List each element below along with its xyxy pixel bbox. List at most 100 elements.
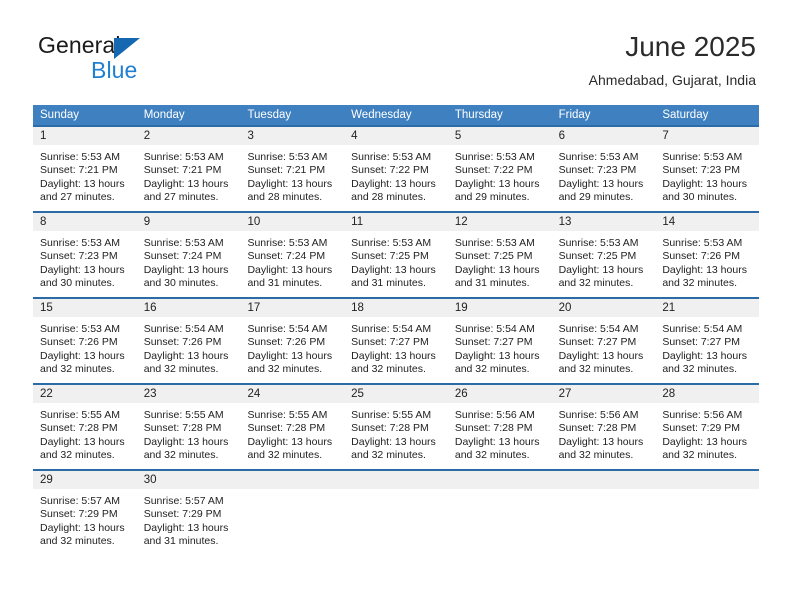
daylight-text-line2: and 32 minutes. <box>143 363 219 376</box>
sunrise-text: Sunrise: 5:53 AM <box>454 151 535 163</box>
sunrise-text: Sunrise: 5:54 AM <box>351 323 432 335</box>
day-cell[interactable]: 28 Sunrise: 5:56 AM Sunset: 7:29 PM Dayl… <box>655 383 760 469</box>
title-block: June 2025 Ahmedabad, Gujarat, India <box>589 30 756 89</box>
day-details <box>344 489 448 555</box>
day-cell[interactable]: 24 Sunrise: 5:55 AM Sunset: 7:28 PM Dayl… <box>240 383 345 469</box>
weekday-header-wednesday: Wednesday <box>351 109 412 121</box>
day-cell[interactable]: 5 Sunrise: 5:53 AM Sunset: 7:22 PM Dayli… <box>447 125 552 211</box>
day-cell[interactable]: 18 Sunrise: 5:54 AM Sunset: 7:27 PM Dayl… <box>344 297 448 383</box>
sunset-text: Sunset: 7:28 PM <box>558 422 637 435</box>
day-number: 10 <box>240 211 345 231</box>
day-cell[interactable]: 25 Sunrise: 5:55 AM Sunset: 7:28 PM Dayl… <box>344 383 448 469</box>
daylight-text-line1: Daylight: 13 hours <box>40 521 125 534</box>
daylight-text-line1: Daylight: 13 hours <box>558 349 644 362</box>
sunrise-text: Sunrise: 5:55 AM <box>40 409 120 421</box>
day-number: 5 <box>447 125 552 145</box>
day-cell[interactable]: 23 Sunrise: 5:55 AM Sunset: 7:28 PM Dayl… <box>136 383 241 469</box>
day-cell[interactable]: 16 Sunrise: 5:54 AM Sunset: 7:26 PM Dayl… <box>136 297 241 383</box>
daylight-text-line2: and 32 minutes. <box>558 277 634 290</box>
weekday-header-row: Sunday Monday Tuesday Wednesday Thursday… <box>33 105 759 125</box>
day-cell[interactable]: 9 Sunrise: 5:53 AM Sunset: 7:24 PM Dayli… <box>136 211 241 297</box>
day-cell[interactable]: 1 Sunrise: 5:53 AM Sunset: 7:21 PM Dayli… <box>33 125 137 211</box>
daylight-text-line2: and 32 minutes. <box>40 363 115 376</box>
day-cell[interactable]: 4 Sunrise: 5:53 AM Sunset: 7:22 PM Dayli… <box>344 125 448 211</box>
sunset-text: Sunset: 7:27 PM <box>662 336 740 349</box>
day-cell[interactable]: 6 Sunrise: 5:53 AM Sunset: 7:23 PM Dayli… <box>551 125 656 211</box>
day-details: Sunrise: 5:53 AM Sunset: 7:25 PM Dayligh… <box>552 231 656 297</box>
sunrise-text: Sunrise: 5:53 AM <box>143 151 224 163</box>
day-number: 11 <box>344 211 448 231</box>
sunset-text: Sunset: 7:26 PM <box>662 250 740 263</box>
day-details: Sunrise: 5:53 AM Sunset: 7:23 PM Dayligh… <box>655 145 759 211</box>
daylight-text-line1: Daylight: 13 hours <box>351 263 436 276</box>
day-cell[interactable]: 13 Sunrise: 5:53 AM Sunset: 7:25 PM Dayl… <box>551 211 656 297</box>
sunrise-text: Sunrise: 5:53 AM <box>351 151 432 163</box>
day-details: Sunrise: 5:54 AM Sunset: 7:27 PM Dayligh… <box>448 317 552 383</box>
day-cell[interactable]: 21 Sunrise: 5:54 AM Sunset: 7:27 PM Dayl… <box>655 297 760 383</box>
day-cell[interactable]: 29 Sunrise: 5:57 AM Sunset: 7:29 PM Dayl… <box>33 469 137 555</box>
sunrise-text: Sunrise: 5:54 AM <box>454 323 535 335</box>
sunset-text: Sunset: 7:22 PM <box>351 164 429 177</box>
sunrise-text: Sunrise: 5:54 AM <box>558 323 639 335</box>
day-details: Sunrise: 5:53 AM Sunset: 7:23 PM Dayligh… <box>552 145 656 211</box>
page-header: General Blue June 2025 Ahmedabad, Gujara… <box>0 0 792 100</box>
daylight-text-line1: Daylight: 13 hours <box>40 435 125 448</box>
day-cell[interactable]: 30 Sunrise: 5:57 AM Sunset: 7:29 PM Dayl… <box>136 469 241 555</box>
sunrise-text: Sunrise: 5:53 AM <box>454 237 535 249</box>
sunset-text: Sunset: 7:28 PM <box>40 422 118 435</box>
day-cell[interactable]: 20 Sunrise: 5:54 AM Sunset: 7:27 PM Dayl… <box>551 297 656 383</box>
sunrise-text: Sunrise: 5:53 AM <box>40 237 120 249</box>
daylight-text-line2: and 30 minutes. <box>143 277 219 290</box>
day-details: Sunrise: 5:53 AM Sunset: 7:23 PM Dayligh… <box>33 231 137 297</box>
day-cell[interactable]: 26 Sunrise: 5:56 AM Sunset: 7:28 PM Dayl… <box>447 383 552 469</box>
daylight-text-line2: and 32 minutes. <box>662 363 738 376</box>
day-cell[interactable]: 19 Sunrise: 5:54 AM Sunset: 7:27 PM Dayl… <box>447 297 552 383</box>
day-cell[interactable]: 15 Sunrise: 5:53 AM Sunset: 7:26 PM Dayl… <box>33 297 137 383</box>
brand-logo[interactable]: General Blue <box>38 32 268 88</box>
day-cell[interactable]: 3 Sunrise: 5:53 AM Sunset: 7:21 PM Dayli… <box>240 125 345 211</box>
day-details: Sunrise: 5:55 AM Sunset: 7:28 PM Dayligh… <box>137 403 241 469</box>
daylight-text-line1: Daylight: 13 hours <box>662 177 747 190</box>
daylight-text-line1: Daylight: 13 hours <box>143 521 229 534</box>
day-cell[interactable]: 17 Sunrise: 5:54 AM Sunset: 7:26 PM Dayl… <box>240 297 345 383</box>
day-number: 16 <box>136 297 241 317</box>
weekday-header-tuesday: Tuesday <box>247 109 292 121</box>
day-cell[interactable]: 7 Sunrise: 5:53 AM Sunset: 7:23 PM Dayli… <box>655 125 760 211</box>
day-number: 7 <box>655 125 760 145</box>
sunset-text: Sunset: 7:21 PM <box>247 164 326 177</box>
day-details: Sunrise: 5:53 AM Sunset: 7:21 PM Dayligh… <box>33 145 137 211</box>
day-cell[interactable]: 8 Sunrise: 5:53 AM Sunset: 7:23 PM Dayli… <box>33 211 137 297</box>
day-cell[interactable]: 12 Sunrise: 5:53 AM Sunset: 7:25 PM Dayl… <box>447 211 552 297</box>
day-cell-empty <box>655 469 760 555</box>
day-cell[interactable]: 27 Sunrise: 5:56 AM Sunset: 7:28 PM Dayl… <box>551 383 656 469</box>
day-cell[interactable]: 11 Sunrise: 5:53 AM Sunset: 7:25 PM Dayl… <box>344 211 448 297</box>
week-row: 15 Sunrise: 5:53 AM Sunset: 7:26 PM Dayl… <box>33 297 760 383</box>
day-number: 12 <box>447 211 552 231</box>
sunrise-text: Sunrise: 5:53 AM <box>558 237 639 249</box>
day-details: Sunrise: 5:54 AM Sunset: 7:27 PM Dayligh… <box>655 317 759 383</box>
day-number: 13 <box>551 211 656 231</box>
day-cell[interactable]: 14 Sunrise: 5:53 AM Sunset: 7:26 PM Dayl… <box>655 211 760 297</box>
day-cell[interactable]: 2 Sunrise: 5:53 AM Sunset: 7:21 PM Dayli… <box>136 125 241 211</box>
sunset-text: Sunset: 7:28 PM <box>247 422 326 435</box>
sunset-text: Sunset: 7:21 PM <box>40 164 118 177</box>
day-cell[interactable]: 10 Sunrise: 5:53 AM Sunset: 7:24 PM Dayl… <box>240 211 345 297</box>
week-row: 22 Sunrise: 5:55 AM Sunset: 7:28 PM Dayl… <box>33 383 760 469</box>
week-row: 29 Sunrise: 5:57 AM Sunset: 7:29 PM Dayl… <box>33 469 760 555</box>
daylight-text-line1: Daylight: 13 hours <box>247 177 333 190</box>
sunrise-text: Sunrise: 5:53 AM <box>662 237 743 249</box>
daylight-text-line1: Daylight: 13 hours <box>558 177 644 190</box>
daylight-text-line1: Daylight: 13 hours <box>454 263 540 276</box>
daylight-text-line1: Daylight: 13 hours <box>351 177 436 190</box>
day-cell[interactable]: 22 Sunrise: 5:55 AM Sunset: 7:28 PM Dayl… <box>33 383 137 469</box>
daylight-text-line1: Daylight: 13 hours <box>351 435 436 448</box>
calendar-grid: Sunday Monday Tuesday Wednesday Thursday… <box>33 105 760 555</box>
day-number: 3 <box>240 125 345 145</box>
day-details: Sunrise: 5:57 AM Sunset: 7:29 PM Dayligh… <box>137 489 241 555</box>
day-number: 25 <box>344 383 448 403</box>
sunset-text: Sunset: 7:21 PM <box>143 164 222 177</box>
sunrise-text: Sunrise: 5:53 AM <box>247 237 328 249</box>
sunset-text: Sunset: 7:28 PM <box>143 422 222 435</box>
daylight-text-line1: Daylight: 13 hours <box>454 435 540 448</box>
sunset-text: Sunset: 7:23 PM <box>558 164 637 177</box>
